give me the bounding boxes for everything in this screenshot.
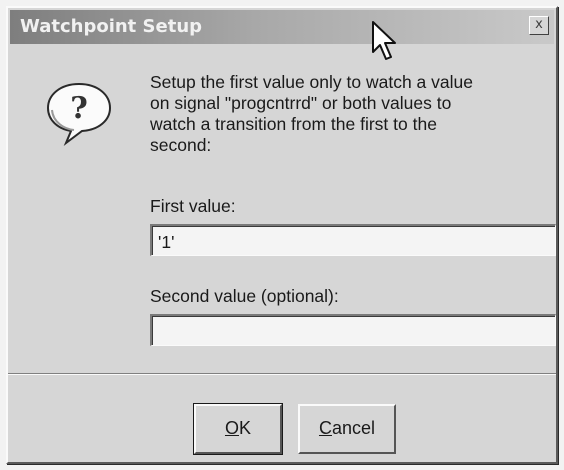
- mouse-pointer-icon: [372, 21, 396, 60]
- watchpoint-setup-dialog: Watchpoint Setup x ? Setup the first val…: [6, 6, 558, 464]
- title-bar[interactable]: Watchpoint Setup x: [10, 10, 554, 44]
- svg-text:?: ?: [70, 91, 88, 126]
- first-value-input[interactable]: [150, 224, 556, 256]
- question-icon: ?: [46, 82, 112, 146]
- cancel-label-rest: ancel: [331, 418, 376, 438]
- ok-mnemonic: O: [224, 418, 239, 438]
- second-value-input[interactable]: [150, 314, 556, 346]
- ok-label-rest: K: [239, 418, 252, 438]
- close-button[interactable]: x: [529, 16, 549, 35]
- second-value-label: Second value (optional):: [150, 286, 339, 306]
- first-value-label: First value:: [150, 196, 236, 216]
- ok-button[interactable]: OK: [193, 403, 283, 455]
- cancel-button[interactable]: Cancel: [298, 404, 396, 454]
- button-separator: [8, 373, 556, 375]
- close-icon: x: [535, 17, 543, 32]
- dialog-title: Watchpoint Setup: [20, 16, 203, 37]
- cancel-mnemonic: C: [318, 418, 332, 438]
- instruction-message: Setup the first value only to watch a va…: [150, 72, 473, 155]
